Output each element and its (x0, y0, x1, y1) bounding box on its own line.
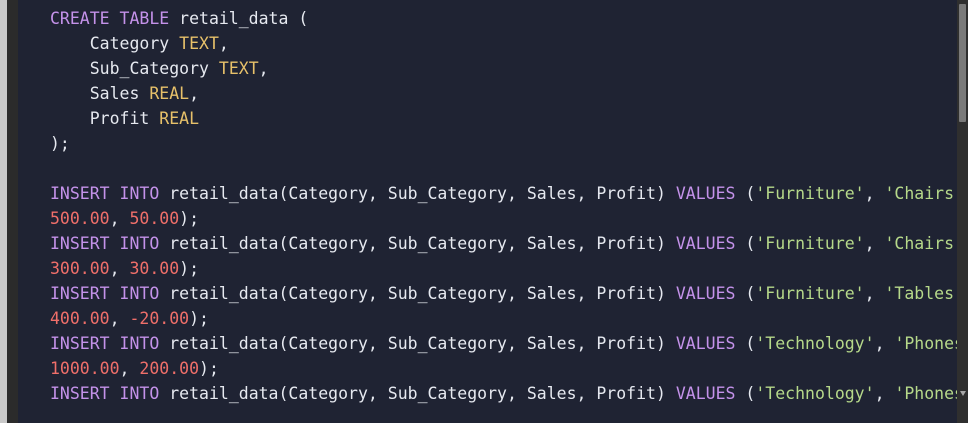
code-token: 200.00 (139, 359, 200, 378)
code-token: ); (179, 259, 200, 278)
left-border (0, 0, 7, 423)
code-token: -20.00 (129, 309, 190, 328)
code-line: INSERT INTO retail_data(Category, Sub_Ca… (50, 231, 957, 256)
code-token: retail_data ( (179, 9, 309, 28)
code-token: ); (50, 134, 70, 153)
code-token: retail_data(Category, Sub_Category, Sale… (169, 184, 676, 203)
code-token: TEXT (218, 59, 259, 78)
code-token: 300.00 (50, 259, 110, 278)
code-token: 30.00 (129, 259, 180, 278)
code-token: 1000.00 (50, 359, 120, 378)
code-token: INSERT INTO (50, 234, 170, 253)
code-token: retail_data(Category, Sub_Category, Sale… (169, 234, 676, 253)
code-token: , (189, 84, 200, 103)
code-token: , (109, 309, 130, 328)
code-token: ); (189, 309, 209, 328)
code-token: 'Furniture' (755, 284, 865, 303)
code-token: , (119, 359, 140, 378)
code-token: 'Chairs' (884, 184, 958, 203)
code-token: INSERT INTO (50, 334, 170, 353)
code-token: ( (735, 184, 756, 203)
code-token: INSERT INTO (50, 384, 170, 403)
code-line: 1000.00, 200.00); (50, 356, 957, 381)
code-line: CREATE TABLE retail_data ( (50, 6, 957, 31)
code-token: INSERT INTO (50, 184, 170, 203)
code-block[interactable]: CREATE TABLE retail_data ( Category TEXT… (50, 6, 957, 406)
code-token: 'Phones' (894, 334, 957, 353)
code-line: INSERT INTO retail_data(Category, Sub_Ca… (50, 181, 957, 206)
code-token: 'Furniture' (755, 234, 865, 253)
code-token: 'Furniture' (755, 184, 865, 203)
code-token: VALUES (675, 234, 736, 253)
code-token: 400.00 (50, 309, 110, 328)
code-token: retail_data(Category, Sub_Category, Sale… (169, 334, 676, 353)
code-token: ( (735, 284, 756, 303)
code-token: INSERT INTO (50, 284, 170, 303)
scroll-down-arrow-icon[interactable] (960, 391, 966, 396)
code-token: CREATE TABLE (50, 9, 180, 28)
code-token: ); (179, 209, 200, 228)
code-token: Sales (50, 84, 150, 103)
code-line: Sub_Category TEXT, (50, 56, 957, 81)
code-token: ( (735, 334, 756, 353)
code-token: , (109, 259, 130, 278)
code-token: retail_data(Category, Sub_Category, Sale… (169, 384, 676, 403)
code-token: REAL (149, 84, 190, 103)
code-line: Sales REAL, (50, 81, 957, 106)
code-token: VALUES (675, 284, 736, 303)
scrollbar-thumb[interactable] (959, 4, 966, 122)
code-token: 'Technology' (755, 384, 875, 403)
code-line: 300.00, 30.00); (50, 256, 957, 281)
code-line: Category TEXT, (50, 31, 957, 56)
code-token: , (864, 234, 885, 253)
code-token: VALUES (675, 184, 736, 203)
code-token: , (258, 59, 269, 78)
code-token: VALUES (675, 334, 736, 353)
code-token: , (874, 334, 895, 353)
code-line: Profit REAL (50, 106, 957, 131)
code-token: , (864, 284, 885, 303)
code-token: ); (199, 359, 219, 378)
code-token: ( (735, 384, 756, 403)
code-token: VALUES (675, 384, 736, 403)
code-token: 500.00 (50, 209, 110, 228)
code-token: , (218, 34, 229, 53)
code-line: INSERT INTO retail_data(Category, Sub_Ca… (50, 381, 957, 406)
code-token: Sub_Category (50, 59, 219, 78)
code-line: 400.00, -20.00); (50, 306, 957, 331)
code-token: Profit (50, 109, 160, 128)
code-editor[interactable]: CREATE TABLE retail_data ( Category TEXT… (18, 0, 957, 423)
code-token: 'Phones' (894, 384, 957, 403)
code-token: 50.00 (129, 209, 180, 228)
code-token: , (874, 384, 895, 403)
code-token: 'Tables' (884, 284, 958, 303)
code-line: INSERT INTO retail_data(Category, Sub_Ca… (50, 331, 957, 356)
window-frame: CREATE TABLE retail_data ( Category TEXT… (0, 0, 968, 423)
code-token: 'Chairs' (884, 234, 958, 253)
code-token: REAL (159, 109, 200, 128)
code-line: ); (50, 131, 957, 156)
code-token: Category (50, 34, 180, 53)
code-line: 500.00, 50.00); (50, 206, 957, 231)
code-token: ( (735, 234, 756, 253)
code-token: 'Technology' (755, 334, 875, 353)
code-token: TEXT (179, 34, 219, 53)
code-token: , (864, 184, 885, 203)
code-token: retail_data(Category, Sub_Category, Sale… (169, 284, 676, 303)
code-line: INSERT INTO retail_data(Category, Sub_Ca… (50, 281, 957, 306)
code-token: , (109, 209, 130, 228)
